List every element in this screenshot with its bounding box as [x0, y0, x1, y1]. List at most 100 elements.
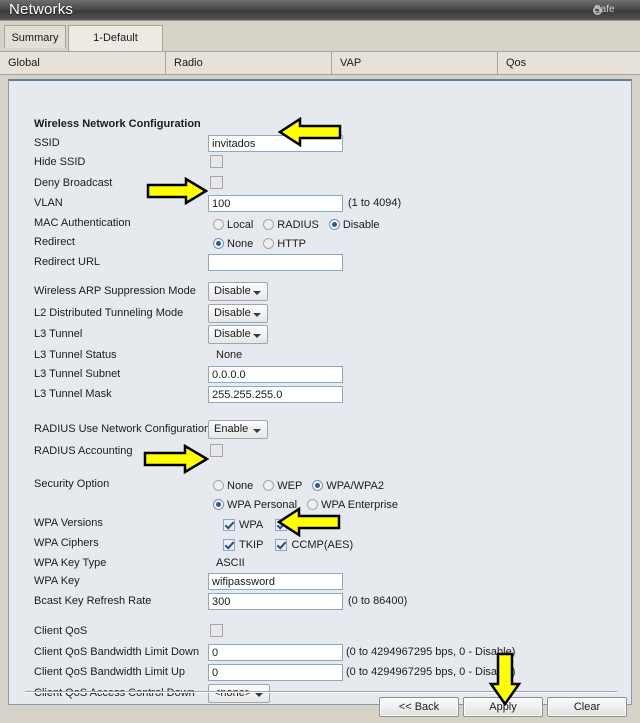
tab-radio[interactable]: Radio: [166, 52, 332, 74]
tab-qos[interactable]: Qos: [498, 52, 640, 74]
security-option-radio-group: NoneWEPWPA/WPA2: [213, 477, 394, 495]
redirect-none-radio[interactable]: [213, 238, 224, 249]
row-arp-suppression: Wireless ARP Suppression Mode Disable: [11, 283, 629, 302]
qos-bandwidth-up-label: Client QoS Bandwidth Limit Up: [34, 666, 185, 678]
arp-suppression-label: Wireless ARP Suppression Mode: [34, 285, 196, 297]
wpa-cipher-ccmp-label: CCMP(AES): [291, 539, 353, 551]
security-wpa-wpa2-label: WPA/WPA2: [326, 480, 384, 492]
tab-summary[interactable]: Summary: [4, 25, 66, 48]
row-l2-tunneling: L2 Distributed Tunneling Mode Disable: [11, 305, 629, 324]
chevron-down-icon: [255, 693, 263, 697]
qos-acl-down-select[interactable]: <none>: [208, 684, 270, 703]
secondary-tab-strip: Global Radio VAP Qos: [0, 51, 640, 75]
row-radius-use-network-config: RADIUS Use Network Configuration Enable: [11, 421, 629, 440]
wpa-cipher-ccmp-checkbox[interactable]: [275, 539, 287, 551]
primary-tab-strip: Summary 1-Default: [0, 21, 640, 51]
l3-tunnel-select[interactable]: Disable: [208, 325, 268, 344]
window-titlebar: Networks Safe: [0, 0, 640, 21]
row-l3-tunnel-mask: L3 Tunnel Mask: [11, 386, 629, 405]
mac-auth-radius-radio[interactable]: [263, 219, 274, 230]
arrow-apply: [488, 652, 522, 706]
wpa-key-type-label: WPA Key Type: [34, 557, 106, 569]
redirect-http-radio[interactable]: [263, 238, 274, 249]
wpa-version-wpa-checkbox[interactable]: [223, 519, 235, 531]
l3-tunnel-mask-input[interactable]: [208, 386, 343, 403]
radius-accounting-label: RADIUS Accounting: [34, 445, 132, 457]
wpa-ciphers-label: WPA Ciphers: [34, 537, 99, 549]
wpa-cipher-tkip-checkbox[interactable]: [223, 539, 235, 551]
security-none-label: None: [227, 480, 253, 492]
arp-suppression-value: Disable: [214, 285, 251, 297]
l2-tunneling-label: L2 Distributed Tunneling Mode: [34, 307, 183, 319]
row-deny-broadcast: Deny Broadcast: [11, 175, 629, 194]
row-l3-tunnel-status: L3 Tunnel Status None: [11, 347, 629, 366]
security-wep-radio[interactable]: [263, 480, 274, 491]
hide-ssid-checkbox[interactable]: [210, 155, 223, 168]
chevron-down-icon: [253, 291, 261, 295]
tab-vap[interactable]: VAP: [332, 52, 498, 74]
wpa-versions-label: WPA Versions: [34, 517, 103, 529]
chevron-down-icon: [253, 313, 261, 317]
section-title: Wireless Network Configuration: [34, 118, 201, 130]
qos-bandwidth-down-input[interactable]: [208, 644, 343, 661]
wpa-ciphers-checkbox-group: TKIPCCMP(AES): [223, 536, 365, 554]
chevron-down-icon: [253, 334, 261, 338]
arrow-wpa-personal: [143, 444, 209, 474]
security-option-label: Security Option: [34, 478, 109, 490]
row-security-option: Security Option NoneWEPWPA/WPA2: [11, 476, 629, 495]
bcast-key-refresh-label: Bcast Key Refresh Rate: [34, 595, 151, 607]
radius-use-network-config-value: Enable: [214, 423, 248, 435]
clear-button[interactable]: Clear: [547, 697, 627, 717]
row-qos-bandwidth-up: Client QoS Bandwidth Limit Up (0 to 4294…: [11, 664, 629, 683]
row-redirect: Redirect NoneHTTP: [11, 234, 629, 253]
client-qos-label: Client QoS: [34, 625, 87, 637]
mac-auth-local-radio[interactable]: [213, 219, 224, 230]
arp-suppression-select[interactable]: Disable: [208, 282, 268, 301]
wpa-key-input[interactable]: [208, 573, 343, 590]
wpa-version-wpa-label: WPA: [239, 519, 263, 531]
deny-broadcast-checkbox[interactable]: [210, 176, 223, 189]
mac-auth-disable-radio[interactable]: [329, 219, 340, 230]
wpa-key-type-value: ASCII: [216, 557, 245, 569]
qos-bandwidth-up-input[interactable]: [208, 664, 343, 681]
tab-1-default[interactable]: 1-Default: [68, 25, 163, 51]
qos-acl-down-label: Client QoS Access Control Down: [34, 687, 195, 699]
mac-auth-local-label: Local: [227, 219, 253, 231]
row-qos-bandwidth-down: Client QoS Bandwidth Limit Down (0 to 42…: [11, 644, 629, 663]
l2-tunneling-value: Disable: [214, 307, 251, 319]
client-qos-checkbox[interactable]: [210, 624, 223, 637]
redirect-none-label: None: [227, 238, 253, 250]
deny-broadcast-label: Deny Broadcast: [34, 177, 112, 189]
tab-global[interactable]: Global: [0, 52, 166, 74]
bcast-key-refresh-input[interactable]: [208, 593, 343, 610]
l3-tunnel-label: L3 Tunnel: [34, 328, 82, 340]
row-client-qos: Client QoS: [11, 623, 629, 642]
wpa-personal-radio[interactable]: [213, 499, 224, 510]
redirect-url-label: Redirect URL: [34, 256, 100, 268]
security-none-radio[interactable]: [213, 480, 224, 491]
arrow-ssid: [278, 117, 342, 147]
button-bar-separator: [25, 691, 617, 693]
radius-use-network-config-label: RADIUS Use Network Configuration: [34, 423, 210, 435]
radius-use-network-config-select[interactable]: Enable: [208, 420, 268, 439]
arrow-vlan: [146, 177, 208, 205]
vlan-input[interactable]: [208, 195, 343, 212]
bcast-key-refresh-hint: (0 to 86400): [348, 595, 407, 607]
l3-tunnel-mask-label: L3 Tunnel Mask: [34, 388, 112, 400]
back-button[interactable]: << Back: [379, 697, 459, 717]
radius-accounting-checkbox[interactable]: [210, 444, 223, 457]
l3-tunnel-subnet-input[interactable]: [208, 366, 343, 383]
networks-config-window: Networks Safe Summary 1-Default Global R…: [0, 0, 640, 723]
l2-tunneling-select[interactable]: Disable: [208, 304, 268, 323]
redirect-url-input[interactable]: [208, 254, 343, 271]
row-l3-tunnel-subnet: L3 Tunnel Subnet: [11, 366, 629, 385]
row-bcast-key-refresh: Bcast Key Refresh Rate (0 to 86400): [11, 593, 629, 612]
row-mac-authentication: MAC Authentication LocalRADIUSDisable: [11, 215, 629, 234]
window-right-status: Safe: [594, 4, 640, 15]
vlan-hint: (1 to 4094): [348, 197, 401, 209]
ssid-label: SSID: [34, 137, 60, 149]
wpa-key-label: WPA Key: [34, 575, 80, 587]
security-wpa-wpa2-radio[interactable]: [312, 480, 323, 491]
vlan-label: VLAN: [34, 197, 63, 209]
row-wpa-ciphers: WPA Ciphers TKIPCCMP(AES): [11, 535, 629, 554]
